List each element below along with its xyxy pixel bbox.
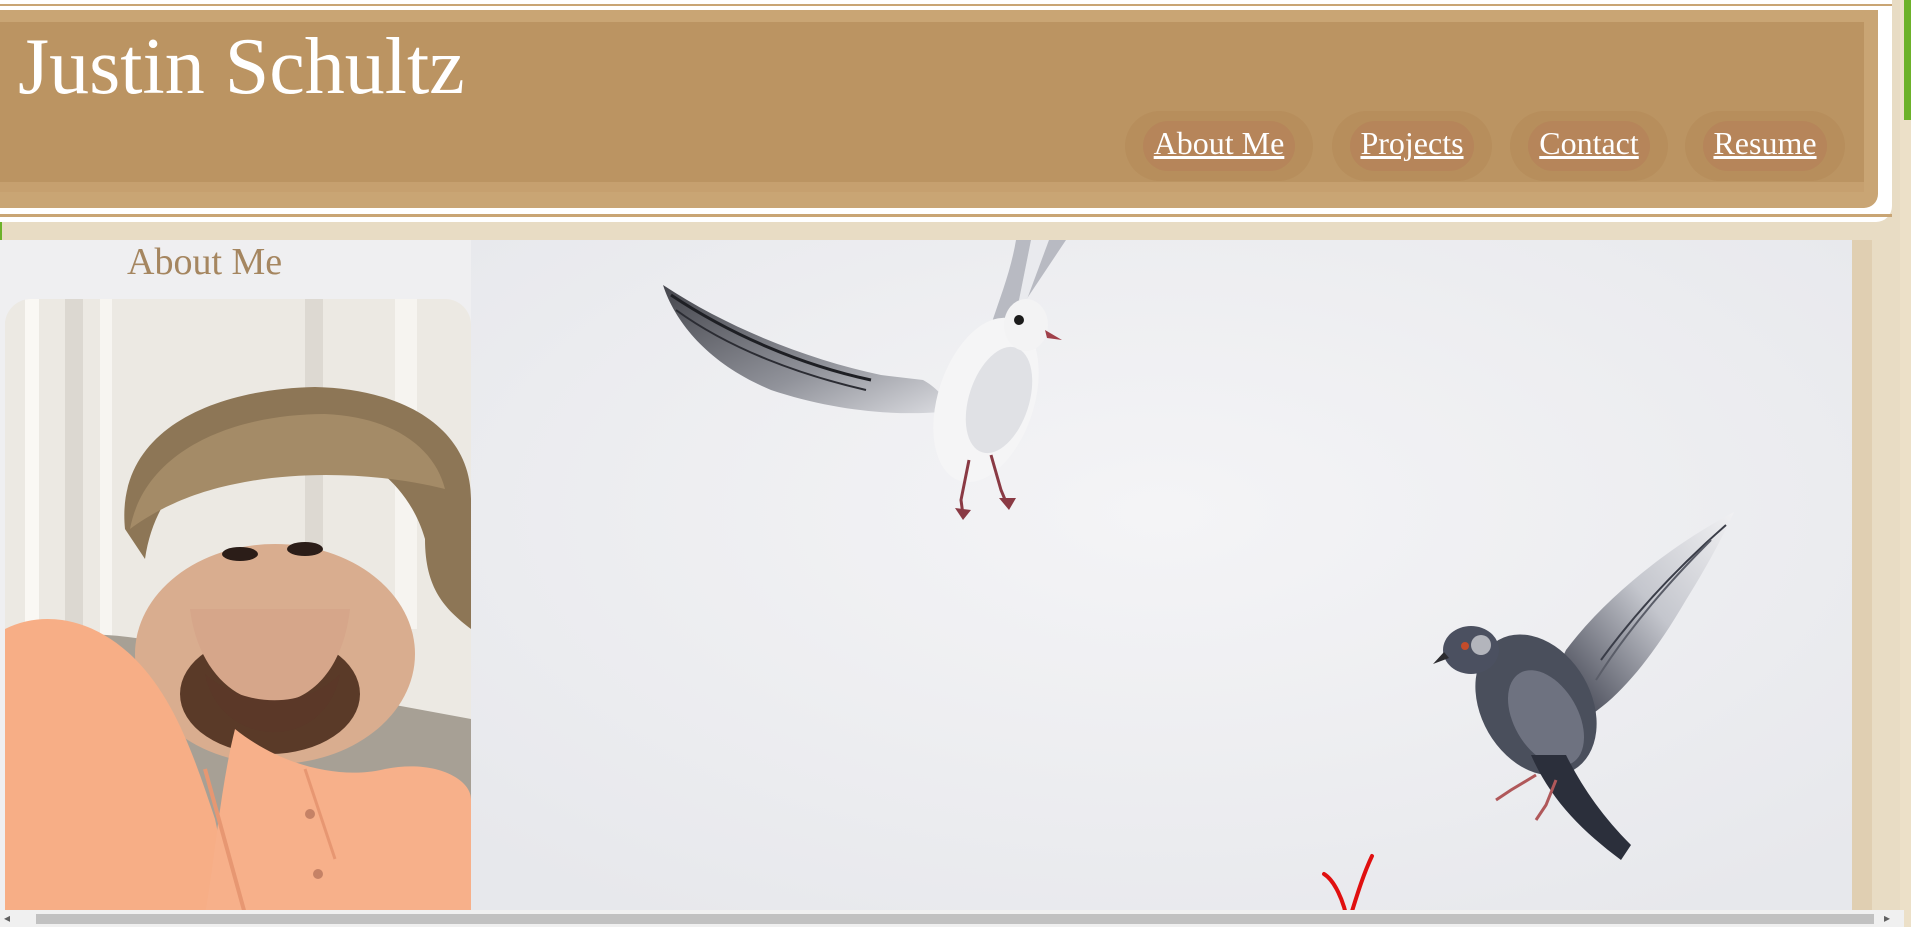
header-stripe: [0, 182, 1864, 192]
nav-item-contact[interactable]: Contact: [1510, 111, 1668, 181]
header-border-line: [0, 214, 1892, 217]
section-heading: About Me: [127, 241, 283, 283]
page: Justin Schultz About Me Projects Contact…: [0, 0, 1911, 927]
portrait-photo: [5, 299, 471, 914]
horizontal-scrollbar[interactable]: ◂ ▸: [0, 910, 1904, 927]
site-title: Justin Schultz: [18, 23, 465, 111]
window-edge-right: [1904, 0, 1911, 120]
header-border-line: [0, 4, 1892, 6]
nav-item-projects[interactable]: Projects: [1332, 111, 1492, 181]
nav-link-contact[interactable]: Contact: [1510, 125, 1668, 162]
nav-link-projects[interactable]: Projects: [1332, 125, 1492, 162]
site-header: Justin Schultz About Me Projects Contact…: [0, 0, 1892, 222]
birds-in-flight-photo: [471, 240, 1852, 920]
scroll-right-arrow-icon[interactable]: ▸: [1884, 911, 1890, 925]
nav-item-about-me[interactable]: About Me: [1125, 111, 1313, 181]
content-border: [1852, 240, 1872, 920]
right-edge: [1900, 0, 1911, 927]
scrollbar-thumb[interactable]: [36, 914, 1874, 924]
nav-link-about-me[interactable]: About Me: [1125, 125, 1313, 162]
scroll-left-arrow-icon[interactable]: ◂: [4, 911, 10, 925]
nav-item-resume[interactable]: Resume: [1685, 111, 1845, 181]
nav-link-resume[interactable]: Resume: [1685, 125, 1845, 162]
